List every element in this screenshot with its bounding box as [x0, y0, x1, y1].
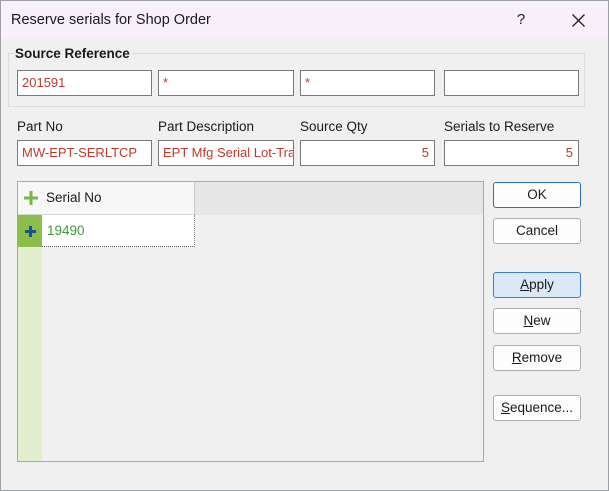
sequence-button[interactable]: Sequence...: [493, 395, 581, 421]
grid-empty-area: [42, 247, 483, 461]
sequence-mnemonic: S: [500, 400, 510, 415]
close-button[interactable]: [561, 5, 595, 35]
part-no-field[interactable]: MW-EPT-SERLTCP: [17, 140, 152, 166]
new-mnemonic: N: [523, 313, 534, 328]
close-icon: [572, 14, 585, 27]
ok-button[interactable]: OK: [493, 182, 581, 208]
new-button[interactable]: New: [493, 308, 581, 334]
apply-label-rest: pply: [529, 277, 554, 292]
serial-no-value: 19490: [47, 223, 85, 238]
part-no-label: Part No: [17, 119, 63, 134]
source-ref-field-1[interactable]: 201591: [17, 70, 152, 96]
apply-button[interactable]: Apply: [493, 272, 581, 298]
sequence-label-rest: equence...: [509, 400, 574, 415]
serials-to-reserve-field[interactable]: 5: [444, 140, 579, 166]
cancel-button[interactable]: Cancel: [493, 218, 581, 244]
source-reference-label: Source Reference: [15, 46, 132, 61]
source-qty-label: Source Qty: [300, 119, 368, 134]
new-row-plus-icon: [25, 226, 36, 237]
remove-button[interactable]: Remove: [493, 345, 581, 371]
reserve-serials-dialog: Reserve serials for Shop Order ? Source …: [0, 0, 609, 491]
source-ref-field-2[interactable]: *: [158, 70, 294, 96]
serial-no-column-header[interactable]: Serial No: [18, 182, 195, 215]
window-title: Reserve serials for Shop Order: [11, 12, 211, 28]
part-description-field[interactable]: EPT Mfg Serial Lot-Tra: [158, 140, 294, 166]
serial-no-header-label: Serial No: [46, 190, 102, 205]
part-description-label: Part Description: [158, 119, 255, 134]
new-row-marker[interactable]: [18, 215, 42, 247]
source-qty-field[interactable]: 5: [300, 140, 435, 166]
new-label-rest: ew: [533, 313, 551, 328]
grid-header: Serial No: [18, 182, 483, 215]
help-button[interactable]: ?: [506, 5, 536, 35]
apply-mnemonic: A: [520, 277, 530, 292]
title-bar: Reserve serials for Shop Order ?: [1, 1, 608, 39]
serials-grid[interactable]: Serial No 19490: [17, 181, 484, 462]
source-ref-field-3[interactable]: *: [300, 70, 435, 96]
serial-no-cell[interactable]: 19490: [42, 215, 195, 247]
add-row-icon[interactable]: [24, 191, 38, 205]
remove-label-rest: emove: [521, 350, 563, 365]
source-ref-field-4[interactable]: [444, 70, 579, 96]
serials-to-reserve-label: Serials to Reserve: [444, 119, 555, 134]
remove-mnemonic: R: [511, 350, 522, 365]
row-selector-column: [18, 215, 42, 461]
